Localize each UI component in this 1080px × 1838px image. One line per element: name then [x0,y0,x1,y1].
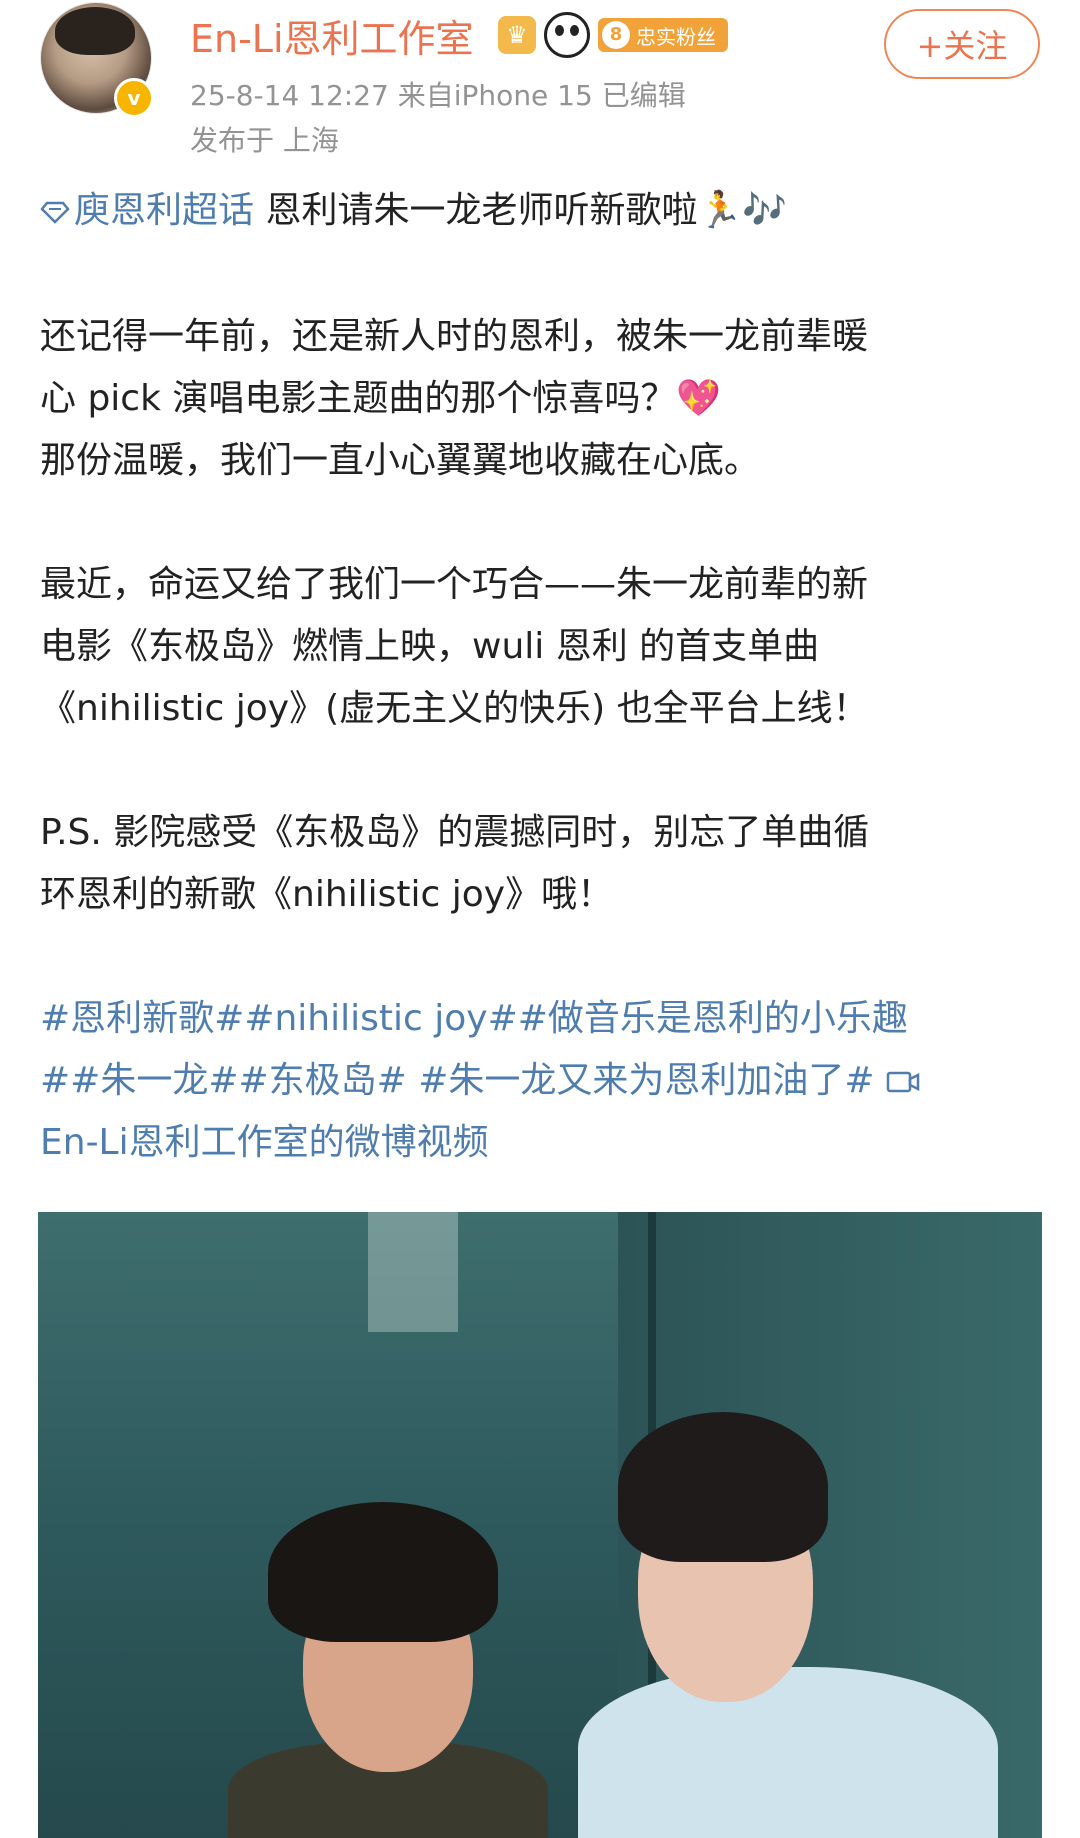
super-topic-link[interactable]: 庾恩利超话 [40,190,254,231]
photo-light [368,1212,458,1332]
panda-icon[interactable] [544,12,590,58]
diamond-icon [40,201,70,224]
post-paragraph-1-line-2: 心 pick 演唱电影主题曲的那个惊喜吗？💖 [40,378,722,419]
username[interactable]: En-Li恩利工作室 [190,8,474,63]
post-paragraph-2-line-3: 《nihilistic joy》(虚无主义的快乐) 也全平台上线！ [40,688,869,729]
follow-button[interactable]: +关注 [884,9,1040,79]
post-photo[interactable] [38,1212,1042,1838]
hashtags-line-2-row: ##朱一龙##东极岛# #朱一龙又来为恩利加油了# [40,1050,920,1112]
post-paragraph-3-line-2: 环恩利的新歌《nihilistic joy》哦！ [40,874,614,915]
user-badges: ♛ 8 忠实粉丝 [498,12,728,58]
post-line-topic: 庾恩利超话 恩利请朱一龙老师听新歌啦🏃🎶 [40,180,787,242]
photo-person-right [558,1412,998,1838]
post-paragraph-2-line-2: 电影《东极岛》燃情上映，wuli 恩利 的首支单曲 [40,626,820,667]
post-meta-location: 发布于 上海 [190,124,339,157]
super-topic-label: 庾恩利超话 [74,190,255,231]
post-meta-time-source: 25-8-14 12:27 来自iPhone 15 已编辑 [190,79,686,112]
verified-icon: v [114,78,154,118]
weibo-post: v En-Li恩利工作室 ♛ 8 忠实粉丝 25-8-14 12:27 来自iP… [0,0,1080,1838]
post-paragraph-3-line-1: P.S. 影院感受《东极岛》的震撼同时，别忘了单曲循 [40,812,870,853]
fan-badge-label: 忠实粉丝 [636,24,716,49]
avatar-hair [55,7,135,55]
photo-person-left [228,1502,548,1838]
video-link[interactable]: En-Li恩利工作室的微博视频 [40,1112,489,1174]
post-first-line: 恩利请朱一龙老师听新歌啦🏃🎶 [254,190,788,231]
post-paragraph-2-line-1: 最近，命运又给了我们一个巧合——朱一龙前辈的新 [40,564,869,605]
fan-badge[interactable]: 8 忠实粉丝 [598,18,728,52]
fan-level: 8 [602,21,630,49]
post-paragraph-1-line-1: 还记得一年前，还是新人时的恩利，被朱一龙前辈暖 [40,316,869,357]
hashtags-line-2[interactable]: ##朱一龙##东极岛# #朱一龙又来为恩利加油了# [40,1060,886,1101]
crown-icon[interactable]: ♛ [498,16,536,54]
hashtags-line-1[interactable]: #恩利新歌##nihilistic joy##做音乐是恩利的小乐趣 [40,988,908,1050]
video-icon [886,1071,920,1093]
post-paragraph-1-line-3: 那份温暖，我们一直小心翼翼地收藏在心底。 [40,440,761,481]
